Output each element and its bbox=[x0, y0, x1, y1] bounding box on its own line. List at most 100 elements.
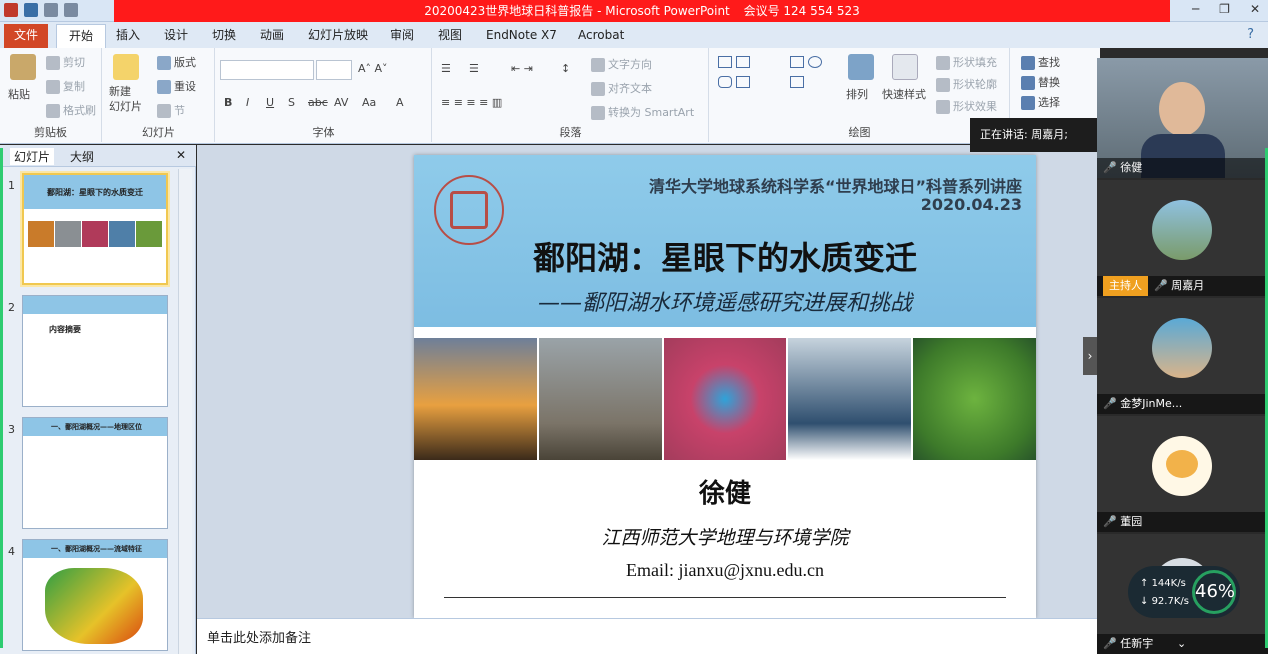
shape-outline-button[interactable]: 形状轮廓 bbox=[936, 76, 997, 92]
tab-acrobat[interactable]: Acrobat bbox=[566, 24, 636, 48]
slide-author: 徐健 bbox=[698, 479, 751, 509]
change-case-button[interactable]: Aa bbox=[362, 96, 376, 109]
rect-shape-icon[interactable] bbox=[790, 56, 804, 68]
thumb-title: 一、鄱阳湖概况——流域特征 bbox=[51, 545, 142, 553]
arrow-right-shape-icon[interactable] bbox=[790, 76, 804, 88]
find-button[interactable]: 查找 bbox=[1021, 54, 1060, 70]
vtextbox-shape-icon[interactable] bbox=[736, 56, 750, 68]
tab-review[interactable]: 审阅 bbox=[378, 24, 426, 48]
save-icon[interactable] bbox=[24, 3, 38, 17]
slide-title: 鄱阳湖：星眼下的水质变迁 bbox=[532, 239, 917, 277]
video-tile-3[interactable]: 🎤 金梦JinMe... bbox=[1097, 298, 1268, 414]
slide-date: 2020.04.23 bbox=[920, 195, 1022, 214]
help-icon[interactable]: ? bbox=[1247, 27, 1254, 42]
bold-button[interactable]: B bbox=[224, 96, 232, 109]
slide-thumbnail-2[interactable]: 内容摘要 bbox=[22, 295, 168, 407]
shape-effects-button[interactable]: 形状效果 bbox=[936, 98, 997, 114]
panel-scrollbar[interactable] bbox=[178, 169, 192, 654]
tab-animations[interactable]: 动画 bbox=[248, 24, 296, 48]
slide-thumbnail-3[interactable]: 一、鄱阳湖概况——地理区位 bbox=[22, 417, 168, 529]
close-panel-icon[interactable]: ✕ bbox=[176, 148, 186, 162]
paste-button[interactable]: 粘贴 bbox=[8, 86, 30, 102]
video-tile-4[interactable]: 🎤 董园 bbox=[1097, 416, 1268, 532]
speaker-face bbox=[1159, 82, 1205, 136]
textbox-shape-icon[interactable] bbox=[718, 56, 732, 68]
mic-muted-icon: 🎤 bbox=[1103, 637, 1121, 650]
slides-group: 新建 幻灯片 版式 重设 节 幻灯片 bbox=[103, 48, 215, 142]
arrange-icon[interactable] bbox=[848, 54, 874, 80]
replace-button[interactable]: 替换 bbox=[1021, 74, 1060, 90]
download-rate: ↓ 92.7K/s bbox=[1140, 596, 1189, 607]
tab-insert[interactable]: 插入 bbox=[104, 24, 152, 48]
watershed-map bbox=[45, 568, 143, 644]
font-grow-button[interactable]: A˄ A˅ bbox=[358, 62, 388, 75]
chevron-down-icon[interactable]: ⌄ bbox=[1177, 634, 1186, 654]
video-panel: 🎤 徐健 主持人 🎤 周嘉月 🎤 金梦JinMe... 🎤 董园 🎤 任新宇 ⌄ bbox=[1097, 58, 1268, 654]
tab-view[interactable]: 视图 bbox=[426, 24, 474, 48]
new-slide-icon[interactable] bbox=[113, 54, 139, 80]
text-direction-button[interactable]: 文字方向 bbox=[591, 56, 652, 72]
meeting-id: 会议号 124 554 523 bbox=[743, 4, 860, 18]
restore-icon[interactable]: ❐ bbox=[1219, 2, 1230, 16]
notes-pane[interactable]: 单击此处添加备注 bbox=[197, 618, 1097, 654]
slide-canvas[interactable]: 清华大学地球系统科学系“世界地球日”科普系列讲座 2020.04.23 鄱阳湖：… bbox=[414, 155, 1036, 618]
undo-icon[interactable] bbox=[44, 3, 58, 17]
network-monitor: ↑ 144K/s ↓ 92.7K/s 46% bbox=[1128, 566, 1240, 618]
font-size-select[interactable] bbox=[316, 60, 352, 80]
fill-icon bbox=[936, 56, 950, 70]
copy-button[interactable]: 复制 bbox=[46, 78, 85, 94]
align-text-button[interactable]: 对齐文本 bbox=[591, 80, 652, 96]
binoculars-icon bbox=[1021, 56, 1035, 70]
expand-panel-icon[interactable]: › bbox=[1083, 337, 1097, 375]
satellite-image-photo bbox=[663, 338, 787, 460]
redo-icon[interactable] bbox=[64, 3, 78, 17]
tab-slides-panel[interactable]: 幻灯片 bbox=[10, 148, 55, 165]
tab-outline-panel[interactable]: 大纲 bbox=[70, 148, 94, 165]
video-tile-speaker[interactable]: 🎤 徐健 bbox=[1097, 58, 1268, 178]
layout-button[interactable]: 版式 bbox=[157, 54, 196, 70]
smartart-button[interactable]: 转换为 SmartArt bbox=[591, 104, 694, 120]
bullets-button[interactable]: ☰ bbox=[441, 62, 451, 75]
numbering-button[interactable]: ☰ bbox=[469, 62, 479, 75]
triangle-shape-icon[interactable] bbox=[736, 76, 750, 88]
arrange-button[interactable]: 排列 bbox=[846, 86, 868, 102]
rounded-rect-shape-icon[interactable] bbox=[718, 76, 732, 88]
shape-fill-button[interactable]: 形状填充 bbox=[936, 54, 997, 70]
strikethrough-button[interactable]: abc bbox=[308, 96, 328, 109]
underline-button[interactable]: U bbox=[266, 96, 274, 109]
tab-design[interactable]: 设计 bbox=[152, 24, 200, 48]
align-buttons[interactable]: ≡ ≡ ≡ ≡ ▥ bbox=[441, 96, 502, 109]
slide-subtitle: ——鄱阳湖水环境遥感研究进展和挑战 bbox=[537, 291, 912, 316]
align-text-icon bbox=[591, 82, 605, 96]
font-name-select[interactable] bbox=[220, 60, 314, 80]
video-tile-host[interactable]: 主持人 🎤 周嘉月 bbox=[1097, 180, 1268, 296]
quick-styles-icon[interactable] bbox=[892, 54, 918, 80]
font-color-button[interactable]: A bbox=[396, 96, 404, 109]
tab-slideshow[interactable]: 幻灯片放映 bbox=[296, 24, 380, 48]
close-icon[interactable]: ✕ bbox=[1250, 2, 1260, 16]
tab-transitions[interactable]: 切换 bbox=[200, 24, 248, 48]
indent-button[interactable]: ⇤ ⇥ bbox=[511, 62, 533, 75]
slide-thumbnail-4[interactable]: 一、鄱阳湖概况——流域特征 bbox=[22, 539, 168, 651]
cut-button[interactable]: 剪切 bbox=[46, 54, 85, 70]
shadow-button[interactable]: S bbox=[288, 96, 295, 109]
select-button[interactable]: 选择 bbox=[1021, 94, 1060, 110]
section-button[interactable]: 节 bbox=[157, 102, 185, 118]
tab-home[interactable]: 开始 bbox=[56, 24, 107, 48]
participant-name: 🎤 徐健 bbox=[1097, 158, 1268, 178]
italic-button[interactable]: I bbox=[246, 96, 249, 109]
format-painter-button[interactable]: 格式刷 bbox=[46, 102, 96, 118]
slide-number: 2 bbox=[8, 301, 15, 314]
oval-shape-icon[interactable] bbox=[808, 56, 822, 68]
reset-button[interactable]: 重设 bbox=[157, 78, 196, 94]
slide-thumbnail-1[interactable]: 鄱阳湖：星眼下的水质变迁 bbox=[22, 173, 168, 285]
tab-endnote[interactable]: EndNote X7 bbox=[474, 24, 569, 48]
paste-icon[interactable] bbox=[10, 54, 36, 80]
replace-icon bbox=[1021, 76, 1035, 90]
char-spacing-button[interactable]: AV bbox=[334, 96, 348, 109]
minimize-icon[interactable]: ─ bbox=[1192, 2, 1199, 16]
tab-file[interactable]: 文件 bbox=[4, 24, 48, 48]
line-spacing-button[interactable]: ↕ bbox=[561, 62, 570, 75]
new-slide-button[interactable]: 新建 幻灯片 bbox=[109, 84, 142, 114]
quick-styles-button[interactable]: 快速样式 bbox=[882, 86, 926, 102]
